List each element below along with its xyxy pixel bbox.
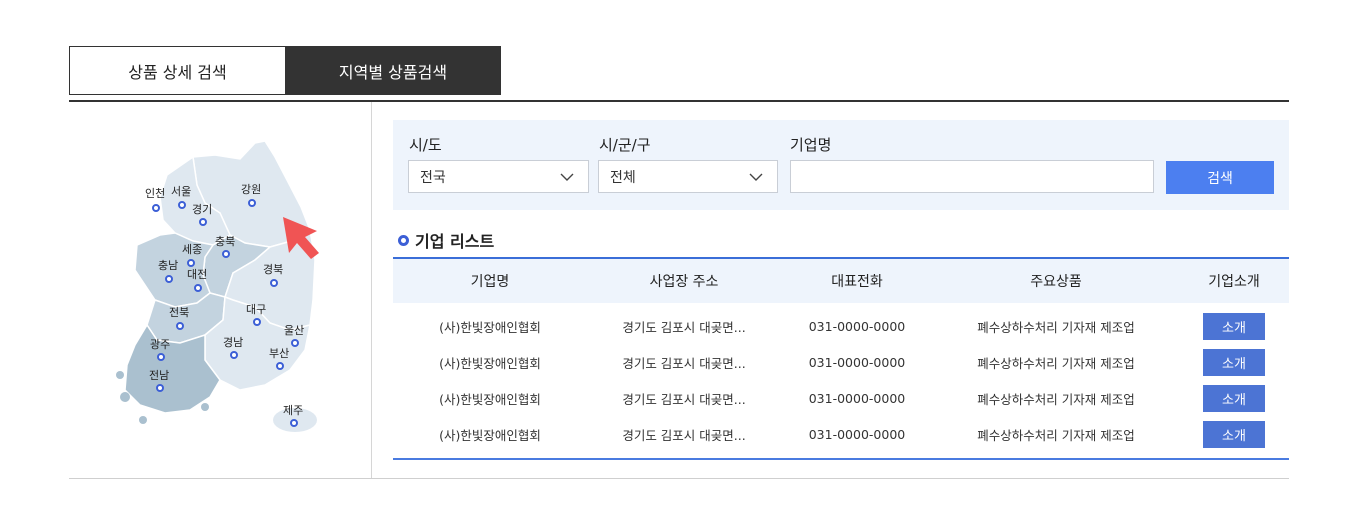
intro-button[interactable]: 소개 — [1203, 348, 1265, 376]
company-name-cell[interactable]: (사)한빛장애인협회 — [393, 389, 587, 408]
company-table: 기업명 사업장 주소 대표전화 주요상품 기업소개 (사)한빛장애인협회 경기도… — [393, 257, 1289, 460]
column-header-phone: 대표전화 — [831, 274, 883, 290]
region-label-ulsan: 울산 — [284, 324, 304, 337]
table-row: (사)한빛장애인협회 경기도 김포시 대곶면... 031-0000-0000 … — [393, 380, 1289, 416]
region-label-jeonnam: 전남 — [149, 369, 169, 382]
vertical-divider — [371, 102, 372, 478]
product-cell: 폐수상하수처리 기자재 제조업 — [977, 355, 1135, 371]
city-select-value: 전체 — [610, 169, 636, 186]
search-panel: 시/도 전국 시/군/구 전체 기업명 검색 — [393, 120, 1289, 210]
region-dot-gyeongbuk[interactable] — [270, 279, 278, 287]
company-name-input[interactable] — [790, 160, 1154, 193]
company-list-heading: 기업 리스트 — [398, 228, 494, 252]
region-dot-sejong[interactable] — [187, 259, 195, 267]
region-dot-busan[interactable] — [276, 362, 284, 370]
address-cell: 경기도 김포시 대곶면... — [622, 355, 746, 371]
region-dot-jeonnam[interactable] — [156, 384, 164, 392]
product-cell: 폐수상하수처리 기자재 제조업 — [977, 427, 1135, 443]
region-label-gyeongbuk: 경북 — [263, 263, 283, 276]
tab-regional-product-search[interactable]: 지역별 상품검색 — [285, 46, 501, 95]
region-label-gyeongnam: 경남 — [223, 336, 243, 349]
phone-cell: 031-0000-0000 — [808, 390, 906, 406]
region-dot-jeonbuk[interactable] — [176, 322, 184, 330]
table-body: (사)한빛장애인협회 경기도 김포시 대곶면... 031-0000-0000 … — [393, 303, 1289, 460]
intro-cell: 소개 — [1179, 384, 1289, 412]
company-name-label: 기업명 — [790, 136, 832, 154]
intro-button[interactable]: 소개 — [1203, 312, 1265, 340]
region-label-chungnam: 충남 — [158, 259, 178, 272]
product-cell: 폐수상하수처리 기자재 제조업 — [977, 391, 1135, 407]
phone-cell: 031-0000-0000 — [808, 354, 906, 370]
intro-cell: 소개 — [1179, 312, 1289, 340]
region-dot-gyeongnam[interactable] — [230, 351, 238, 359]
phone-cell: 031-0000-0000 — [808, 318, 906, 334]
region-label-gwangju: 광주 — [150, 338, 170, 351]
region-dot-incheon[interactable] — [152, 204, 160, 212]
region-dot-jeju[interactable] — [290, 419, 298, 427]
search-button[interactable]: 검색 — [1166, 161, 1274, 194]
intro-cell: 소개 — [1179, 348, 1289, 376]
region-label-gangwon: 강원 — [241, 183, 261, 196]
intro-cell: 소개 — [1179, 420, 1289, 448]
region-label-gyeonggi: 경기 — [192, 203, 212, 216]
intro-button[interactable]: 소개 — [1203, 384, 1265, 412]
column-header-company: 기업명 — [470, 274, 510, 290]
region-label-busan: 부산 — [269, 347, 289, 360]
region-dot-seoul[interactable] — [178, 201, 186, 209]
province-label: 시/도 — [409, 136, 442, 154]
region-dot-chungbuk[interactable] — [222, 250, 230, 258]
phone-cell: 031-0000-0000 — [808, 426, 906, 442]
region-dot-daejeon[interactable] — [194, 284, 202, 292]
company-name-cell[interactable]: (사)한빛장애인협회 — [393, 425, 587, 444]
column-header-product: 주요상품 — [1030, 274, 1082, 290]
island-shape — [201, 403, 209, 411]
region-dot-gyeonggi[interactable] — [199, 218, 207, 226]
province-select[interactable]: 전국 — [408, 160, 589, 193]
region-label-incheon: 인천 — [145, 186, 165, 200]
table-row: (사)한빛장애인협회 경기도 김포시 대곶면... 031-0000-0000 … — [393, 308, 1289, 344]
chevron-down-icon — [749, 173, 763, 181]
city-label: 시/군/구 — [599, 136, 651, 154]
product-cell: 폐수상하수처리 기자재 제조업 — [977, 319, 1135, 335]
region-label-sejong: 세종 — [182, 243, 202, 256]
island-shape — [120, 392, 130, 402]
province-select-value: 전국 — [420, 169, 446, 186]
company-name-cell[interactable]: (사)한빛장애인협회 — [393, 353, 587, 372]
region-dot-daegu[interactable] — [253, 318, 261, 326]
intro-button[interactable]: 소개 — [1203, 420, 1265, 448]
region-label-daegu: 대구 — [246, 303, 266, 316]
region-label-seoul: 서울 — [171, 185, 191, 198]
company-list-title: 기업 리스트 — [415, 232, 495, 251]
city-select[interactable]: 전체 — [598, 160, 778, 193]
region-label-jeju: 제주 — [283, 404, 303, 417]
korea-map-svg: 인천 서울 강원 경기 세종 충북 충남 대전 경북 전북 대구 울산 광주 경… — [116, 140, 319, 432]
korea-region-map: 인천 서울 강원 경기 세종 충북 충남 대전 경북 전북 대구 울산 광주 경… — [105, 135, 345, 440]
top-divider — [69, 100, 1289, 102]
bottom-divider — [69, 478, 1289, 479]
region-label-jeonbuk: 전북 — [169, 306, 189, 319]
address-cell: 경기도 김포시 대곶면... — [622, 391, 746, 407]
region-dot-gwangju[interactable] — [157, 353, 165, 361]
column-header-intro: 기업소개 — [1208, 274, 1260, 290]
table-row: (사)한빛장애인협회 경기도 김포시 대곶면... 031-0000-0000 … — [393, 344, 1289, 380]
region-dot-ulsan[interactable] — [291, 339, 299, 347]
island-shape — [139, 416, 147, 424]
column-header-address: 사업장 주소 — [649, 274, 719, 290]
search-tabs: 상품 상세 검색 지역별 상품검색 — [69, 46, 501, 95]
region-label-daejeon: 대전 — [187, 268, 207, 281]
table-row: (사)한빛장애인협회 경기도 김포시 대곶면... 031-0000-0000 … — [393, 416, 1289, 452]
region-dot-chungnam[interactable] — [165, 275, 173, 283]
address-cell: 경기도 김포시 대곶면... — [622, 319, 746, 335]
island-shape — [116, 371, 124, 379]
company-name-cell[interactable]: (사)한빛장애인협회 — [393, 317, 587, 336]
tab-product-detail-search[interactable]: 상품 상세 검색 — [69, 46, 285, 95]
address-cell: 경기도 김포시 대곶면... — [622, 427, 746, 443]
region-dot-gangwon[interactable] — [248, 199, 256, 207]
chevron-down-icon — [560, 173, 574, 181]
region-label-chungbuk: 충북 — [215, 235, 235, 248]
table-header: 기업명 사업장 주소 대표전화 주요상품 기업소개 — [393, 257, 1289, 303]
bullet-circle-icon — [398, 234, 409, 246]
